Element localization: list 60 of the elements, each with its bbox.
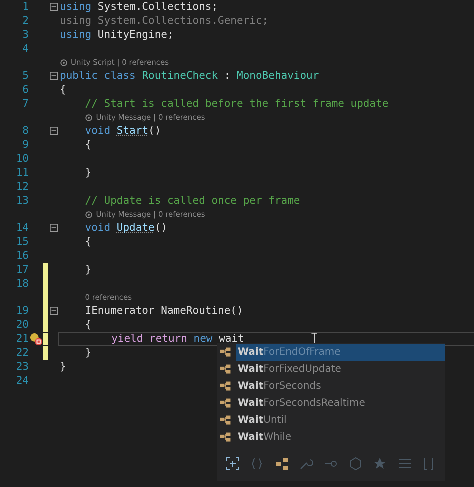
code-line: } (60, 361, 66, 373)
line-number: 19 (15, 305, 29, 317)
class-icon (220, 415, 232, 426)
completion-item[interactable]: WaitUntil (236, 412, 445, 429)
line-number: 4 (22, 43, 29, 55)
completion-item[interactable]: WaitForSeconds (236, 378, 445, 395)
collapse-icon[interactable] (50, 224, 58, 232)
code-line: // Update is called once per frame (84, 195, 300, 207)
line-number: 23 (15, 361, 29, 373)
code-line: } (84, 264, 92, 276)
class-icon (220, 364, 232, 375)
completion-item[interactable]: WaitForFixedUpdate (236, 361, 445, 378)
line-number: 12 (15, 181, 29, 193)
line-number: 6 (22, 84, 29, 96)
line-number: 10 (15, 153, 29, 165)
line-number: 22 (15, 347, 29, 359)
code-line: { (84, 139, 92, 151)
code-line: using System.Collections; (60, 1, 218, 13)
line-number: 16 (15, 250, 29, 262)
code-line: { (84, 319, 92, 331)
code-line: void Update() (84, 222, 168, 234)
code-line: // Start is called before the first frame update (84, 98, 389, 110)
line-number: 13 (15, 195, 29, 207)
code-line: using System.Collections.Generic; (60, 15, 269, 27)
line-number: 9 (22, 139, 29, 151)
class-icon (220, 432, 232, 443)
line-number: 14 (15, 222, 29, 234)
code-line: } (84, 347, 92, 359)
class-icon (220, 398, 232, 409)
line-number: 20 (15, 319, 29, 331)
line-number: 24 (15, 375, 29, 387)
collapse-icon[interactable] (50, 127, 58, 135)
line-number: 8 (22, 125, 29, 137)
line-number: 1 (22, 1, 29, 13)
code-line: { (84, 236, 92, 248)
line-number: 7 (22, 98, 29, 110)
collapse-icon[interactable] (50, 72, 58, 80)
line-number: 2 (22, 15, 29, 27)
code-line: IEnumerator NameRoutine() (84, 305, 244, 317)
line-number: 11 (15, 167, 29, 179)
code-line: void Start() (84, 125, 162, 137)
line-number: 3 (22, 29, 29, 41)
class-icon (220, 347, 232, 358)
completion-item[interactable]: WaitForSecondsRealtime (236, 395, 445, 412)
line-number: 5 (22, 70, 29, 82)
code-line: public class RoutineCheck : MonoBehaviour (60, 70, 320, 82)
completion-item[interactable]: WaitWhile (236, 429, 445, 446)
collapse-icon[interactable] (50, 307, 58, 315)
code-line: } (84, 167, 92, 179)
line-number: 21 (15, 333, 29, 345)
collapse-icon[interactable] (50, 3, 58, 11)
code-line: yield return new wait (110, 333, 244, 345)
line-number: 17 (15, 264, 29, 276)
lightbulb-error-icon[interactable] (30, 333, 43, 346)
line-number: 15 (15, 236, 29, 248)
line-number: 18 (15, 278, 29, 290)
completion-item[interactable]: WaitForEndOfFrame (236, 344, 445, 361)
code-line: using UnityEngine; (60, 29, 174, 41)
code-line: { (60, 84, 66, 96)
class-icon (220, 381, 232, 392)
